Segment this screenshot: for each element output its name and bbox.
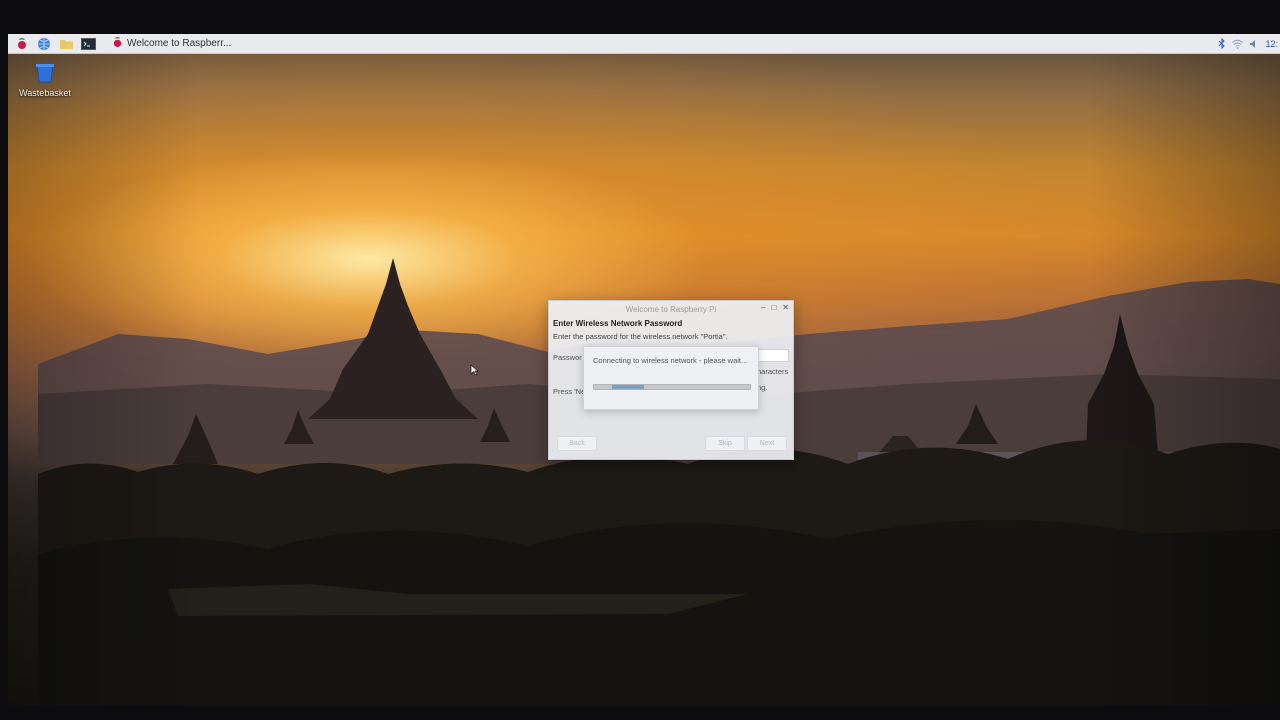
- raspberry-icon: [112, 36, 123, 51]
- maximize-icon[interactable]: □: [771, 303, 776, 312]
- system-tray: 12:: [1218, 34, 1280, 53]
- desktop-icon-label: Wastebasket: [19, 88, 71, 98]
- dialog-heading: Enter Wireless Network Password: [553, 319, 683, 328]
- top-taskbar: Welcome to Raspberr... 12:: [8, 34, 1280, 54]
- wastebasket-icon: [18, 62, 72, 88]
- wifi-icon[interactable]: [1232, 34, 1244, 53]
- mouse-pointer-icon: [470, 364, 479, 376]
- connecting-message: Connecting to wireless network - please …: [593, 356, 748, 365]
- volume-icon[interactable]: [1249, 34, 1259, 53]
- password-hint: haracters: [757, 367, 789, 376]
- progress-bar: [593, 384, 751, 390]
- password-label: Passwor: [553, 353, 582, 362]
- taskbar-window-button[interactable]: Welcome to Raspberr...: [106, 35, 237, 52]
- desktop-screen: Welcome to Raspberr... 12: Wastebasket W…: [8, 34, 1280, 706]
- desktop-icon-wastebasket[interactable]: Wastebasket: [18, 62, 72, 98]
- raspberry-menu-icon[interactable]: [14, 37, 30, 51]
- next-button[interactable]: Next: [747, 436, 787, 451]
- connecting-popup: Connecting to wireless network - please …: [583, 346, 759, 410]
- progress-fill: [612, 385, 644, 389]
- terminal-icon[interactable]: [80, 37, 96, 51]
- web-browser-icon[interactable]: [36, 37, 52, 51]
- close-icon[interactable]: ✕: [782, 303, 789, 312]
- taskbar-window-title: Welcome to Raspberr...: [127, 38, 232, 49]
- back-button[interactable]: Back: [557, 436, 597, 451]
- press-next-text: Press 'Ne: [553, 387, 586, 396]
- dialog-title: Welcome to Raspberry Pi: [625, 304, 717, 314]
- dialog-titlebar[interactable]: Welcome to Raspberry Pi – □ ✕: [549, 301, 793, 317]
- file-manager-icon[interactable]: [58, 37, 74, 51]
- clock[interactable]: 12:: [1265, 39, 1278, 49]
- skip-button[interactable]: Skip: [705, 436, 745, 451]
- dialog-description: Enter the password for the wireless netw…: [553, 332, 728, 341]
- bluetooth-icon[interactable]: [1218, 34, 1226, 53]
- minimize-icon[interactable]: –: [761, 303, 765, 312]
